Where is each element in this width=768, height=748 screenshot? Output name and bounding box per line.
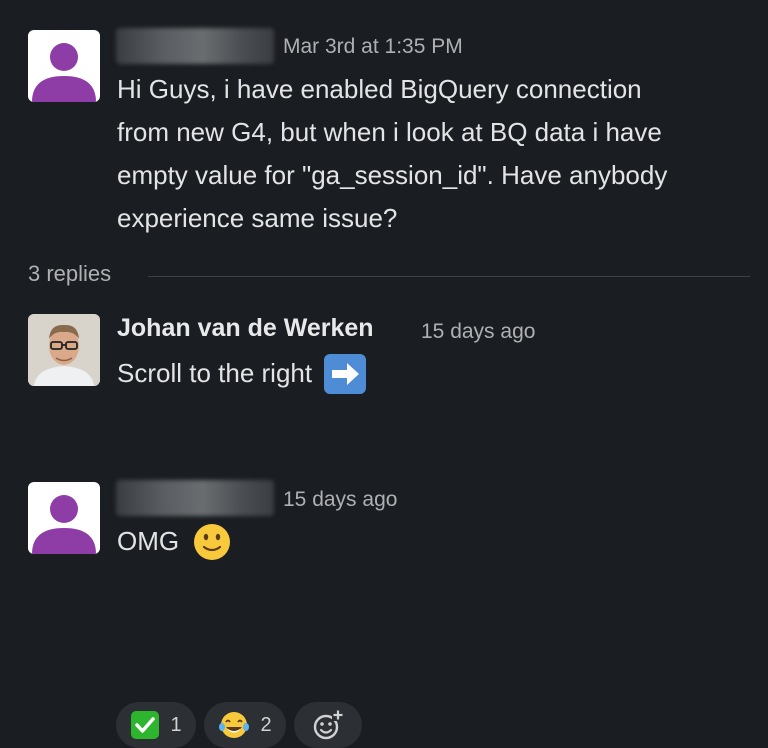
message-line: experience same issue? <box>117 203 398 233</box>
reaction-tears-of-joy[interactable]: 2 <box>204 702 286 748</box>
user-photo <box>28 314 100 386</box>
message-line: from new G4, but when i look at BQ data … <box>117 117 662 147</box>
thread-divider <box>148 276 750 277</box>
message-text: Scroll to the right <box>117 358 313 388</box>
message[interactable]: Mar 3rd at 1:35 PM Hi Guys, i have enabl… <box>0 0 768 250</box>
slightly-smiling-face-emoji <box>192 522 232 565</box>
default-user-icon <box>32 43 96 102</box>
add-reaction-button[interactable] <box>294 702 362 748</box>
avatar[interactable] <box>28 30 100 102</box>
add-emoji-icon <box>313 709 344 740</box>
message-body: Scroll to the right <box>117 352 367 397</box>
tears-of-joy-emoji <box>219 712 250 738</box>
right-arrow-emoji <box>323 353 367 397</box>
message-body: OMG <box>117 520 232 565</box>
message-line: empty value for "ga_session_id". Have an… <box>117 160 668 190</box>
reply-message[interactable]: Johan van de Werken 15 days ago Scroll t… <box>0 300 768 748</box>
redacted-sender-name <box>116 28 274 64</box>
replies-count[interactable]: 3 replies <box>28 261 111 287</box>
reaction-count: 1 <box>170 713 182 736</box>
message-body: Hi Guys, i have enabled BigQuery connect… <box>117 68 757 240</box>
message-timestamp[interactable]: Mar 3rd at 1:35 PM <box>283 35 463 59</box>
avatar[interactable] <box>28 314 100 386</box>
message-timestamp[interactable]: 15 days ago <box>283 488 397 512</box>
reaction-check-mark[interactable]: 1 <box>116 702 196 748</box>
default-user-icon <box>32 495 96 554</box>
avatar[interactable] <box>28 482 100 554</box>
sender-name[interactable]: Johan van de Werken <box>117 314 374 343</box>
reaction-count: 2 <box>260 713 272 736</box>
message-timestamp[interactable]: 15 days ago <box>421 320 535 344</box>
message-text: OMG <box>117 526 180 556</box>
check-mark-emoji <box>131 711 160 739</box>
redacted-sender-name <box>116 480 274 516</box>
message-line: Hi Guys, i have enabled BigQuery connect… <box>117 74 642 104</box>
reply-message[interactable]: 15 days ago OMG <box>0 470 768 574</box>
